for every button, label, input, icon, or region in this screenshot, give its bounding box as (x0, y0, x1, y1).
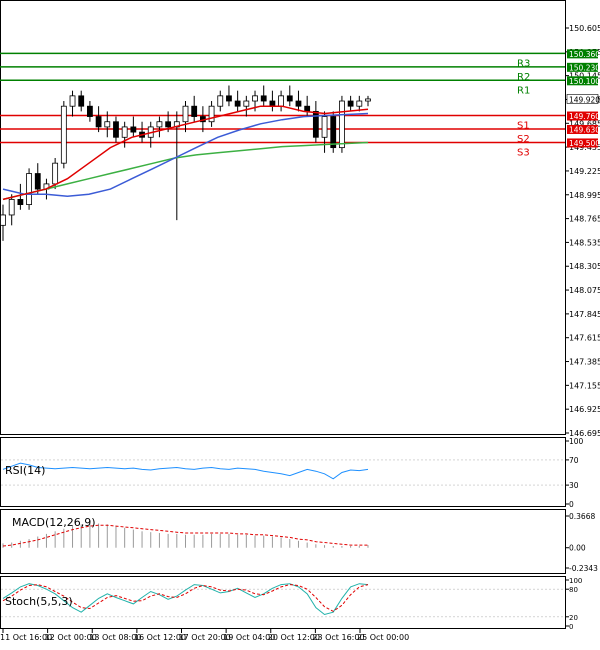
candle-body (69, 95, 76, 107)
candle-body (356, 100, 363, 107)
level-label-r2: R2 (517, 72, 530, 83)
price-tick-label: 149.225 (569, 167, 600, 176)
price-tick-label: 150.605 (569, 24, 600, 33)
candle-body (217, 95, 224, 107)
price-tick-label: 147.155 (569, 381, 600, 390)
candle-body (286, 95, 293, 102)
candle-body (0, 214, 6, 226)
level-tag-r3: 150.360 (569, 50, 600, 59)
candle-body (260, 95, 267, 102)
level-label-r1: R1 (517, 85, 530, 96)
candle-body (269, 100, 276, 107)
level-tag-s3: 149.500 (569, 139, 600, 148)
candle-body (87, 105, 93, 117)
last-price-tag: 149.920 (569, 95, 600, 104)
main-panel-frame (0, 0, 566, 435)
candle-body (104, 121, 111, 128)
rsi-tick-label: 100 (569, 437, 584, 446)
level-label-s2: S2 (517, 134, 530, 145)
candle-body (191, 105, 198, 117)
price-tick-label: 148.075 (569, 286, 600, 295)
candle-body (26, 173, 32, 206)
x-tick-label: 25 Oct 00:00 (357, 633, 409, 642)
stoch-tick-label: 20 (569, 614, 578, 622)
price-tick-label: 148.305 (569, 262, 600, 271)
candle-body (60, 105, 67, 164)
candle-body (252, 95, 258, 102)
candle-body (78, 95, 85, 107)
macd-tick-label: 0.3668 (569, 512, 595, 521)
stoch-tick-label: 0 (569, 623, 573, 631)
macd-tick-label: 0.00 (569, 544, 586, 553)
rsi-label: RSI(14) (5, 464, 45, 477)
macd-tick-label: -0.2343 (569, 564, 598, 573)
stoch-tick-label: 80 (569, 586, 578, 594)
rsi-tick-label: 0 (569, 500, 574, 509)
candle-body (295, 100, 302, 107)
price-tick-label: 148.995 (569, 191, 600, 200)
candle-body (278, 95, 284, 107)
level-tag-r2: 150.230 (569, 63, 600, 72)
candle-body (52, 162, 59, 185)
level-label-s1: S1 (517, 121, 530, 132)
rsi-panel-frame (0, 437, 566, 507)
candle-body (182, 105, 189, 123)
rsi-tick-label: 30 (569, 481, 579, 490)
level-label-s3: S3 (517, 147, 530, 158)
candle-body (365, 98, 371, 102)
level-tag-r1: 150.100 (569, 77, 600, 86)
price-tick-label: 148.535 (569, 238, 600, 247)
candle-body (130, 126, 137, 133)
candle-body (321, 116, 328, 138)
level-label-r3: R3 (517, 58, 530, 69)
rsi-tick-label: 70 (569, 456, 579, 465)
candle-body (95, 116, 102, 128)
chart-window: 150.605150.375150.145149.915149.685149.4… (0, 0, 600, 646)
price-tick-label: 148.765 (569, 215, 600, 224)
stoch-label: Stoch(5,5,3) (5, 595, 73, 608)
candle-body (243, 100, 250, 107)
candle-body (226, 95, 232, 102)
candle-body (34, 173, 41, 190)
price-tick-label: 147.615 (569, 334, 600, 343)
price-tick-label: 147.845 (569, 310, 600, 319)
price-tick-label: 147.385 (569, 358, 600, 367)
candle-body (8, 199, 15, 216)
price-tick-label: 146.925 (569, 405, 600, 414)
trading-chart: 150.605150.375150.145149.915149.685149.4… (0, 0, 600, 642)
stoch-tick-label: 100 (569, 577, 582, 585)
candle-body (304, 105, 311, 112)
candle-body (113, 121, 119, 138)
candle-body (234, 100, 241, 107)
level-tag-s1: 149.760 (569, 112, 600, 121)
candle-body (165, 121, 172, 128)
candle-body (17, 199, 24, 206)
candle-body (347, 100, 354, 107)
candle-body (156, 121, 163, 128)
level-tag-s2: 149.630 (569, 125, 600, 134)
candle-body (339, 100, 345, 149)
macd-label: MACD(12,26,9) (12, 516, 96, 529)
candle-body (208, 105, 215, 123)
candle-body (330, 116, 337, 149)
candle-body (121, 126, 128, 138)
